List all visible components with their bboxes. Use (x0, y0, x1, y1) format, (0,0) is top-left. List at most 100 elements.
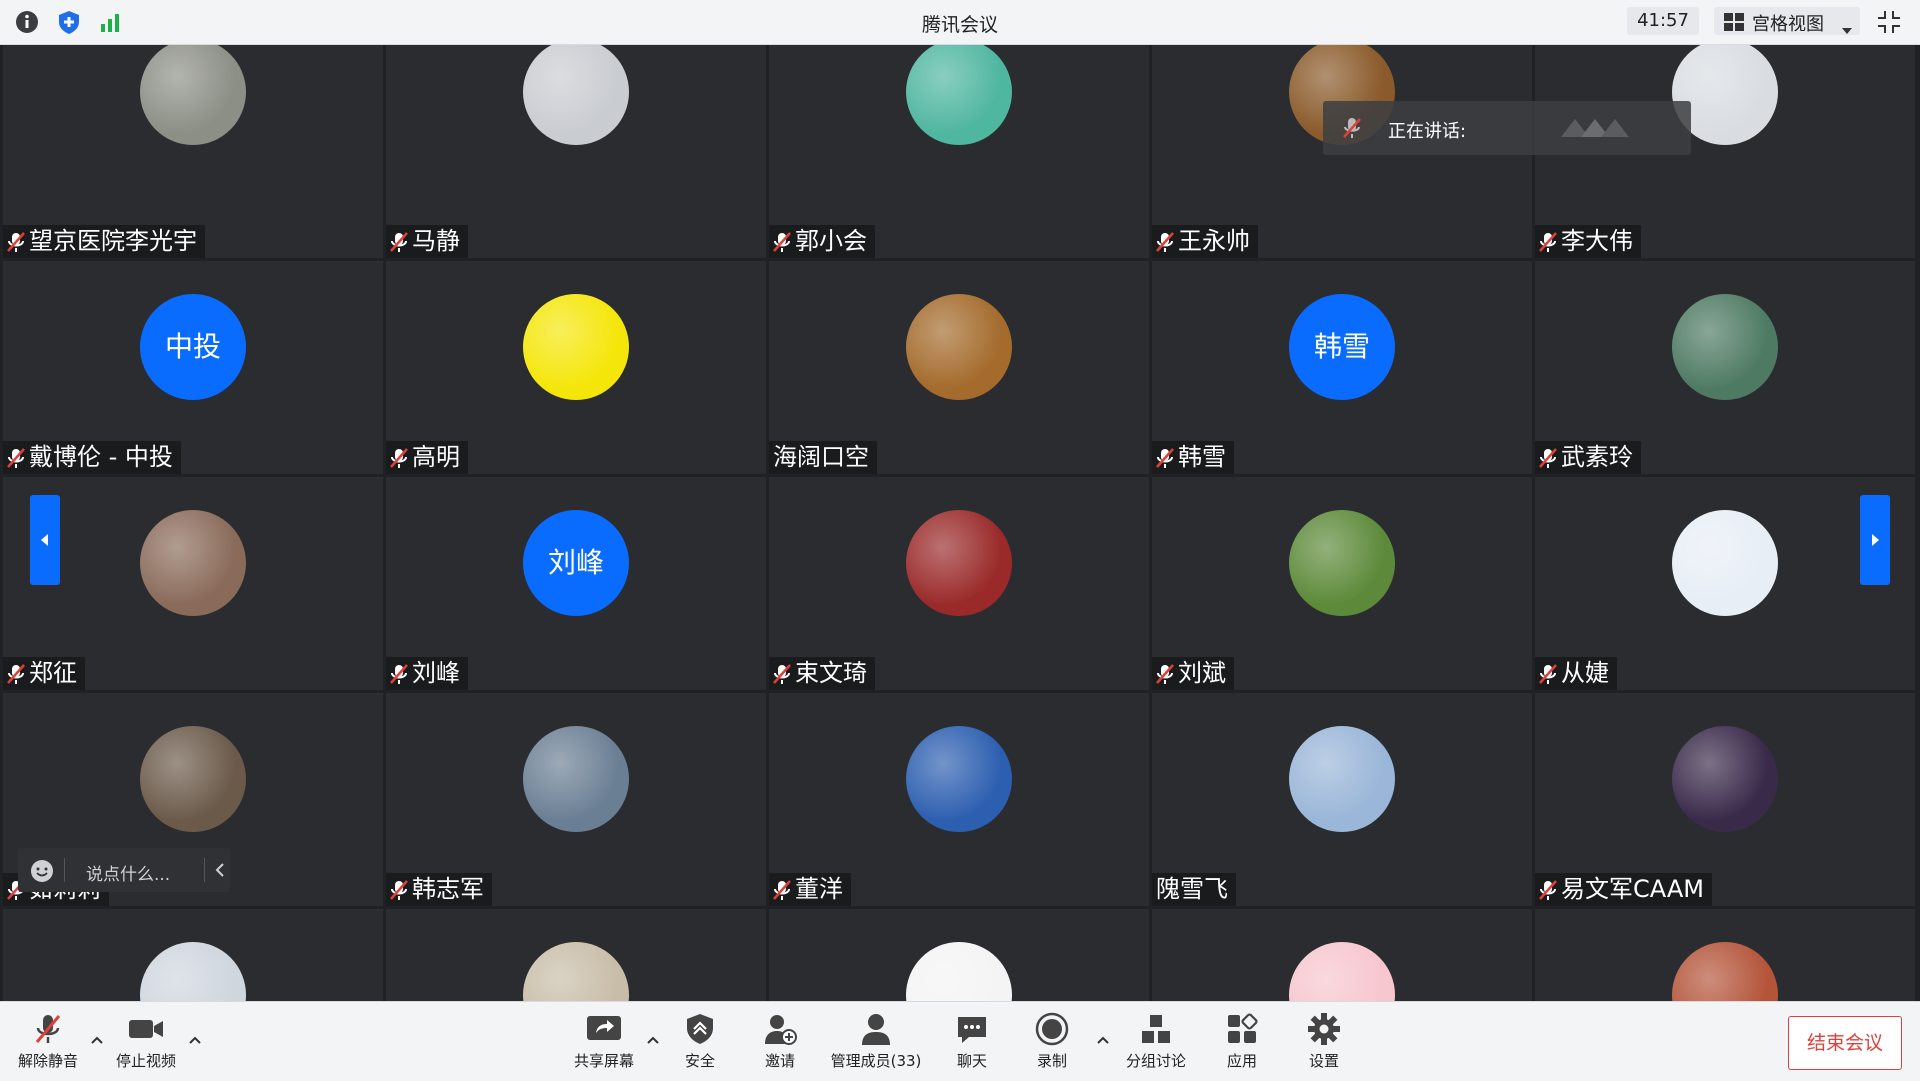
participant-tile[interactable] (3, 909, 383, 1001)
participant-tile[interactable]: 郑征 (3, 477, 383, 690)
participant-name: 高明 (412, 443, 460, 471)
settings-button[interactable]: 设置 (1294, 1002, 1354, 1081)
participant-tile[interactable]: 从婕 (1535, 477, 1915, 690)
participant-name-tag: 董洋 (769, 873, 851, 906)
participant-name-tag: 戴博伦 - 中投 (3, 441, 181, 474)
security-button[interactable]: 安全 (670, 1002, 730, 1081)
collapse-chevron-icon[interactable] (214, 862, 226, 883)
participant-name: 李大伟 (1561, 227, 1633, 255)
chat-placeholder: 说点什么... (86, 865, 171, 885)
muted-mic-icon (7, 447, 25, 468)
record-icon (1035, 1012, 1069, 1046)
muted-mic-icon (390, 447, 408, 468)
prev-page-button[interactable] (30, 495, 60, 585)
chevron-up-icon[interactable] (188, 1030, 202, 1049)
participant-tile[interactable] (1535, 909, 1915, 1001)
stop-video-label: 停止视频 (115, 1052, 176, 1070)
chat-input[interactable]: 说点什么... (18, 848, 230, 892)
unmute-button[interactable]: 解除静音 (10, 1002, 86, 1081)
muted-mic-icon (390, 663, 408, 684)
participant-avatar (140, 510, 246, 616)
participant-tile[interactable]: 武素玲 (1535, 261, 1915, 474)
participant-tile[interactable]: 海阔口空 (769, 261, 1149, 474)
participant-tile[interactable]: 刘峰 刘峰 (386, 477, 766, 690)
participant-name-tag: 刘峰 (386, 657, 468, 690)
chevron-up-icon[interactable] (646, 1030, 660, 1049)
video-grid: 望京医院李光宇 马静 郭小会 王永帅 李大伟 中投 戴博伦 - 中投 高明 海阔口空 韩雪 韩雪 武素… (0, 45, 1920, 1001)
video-camera-icon (129, 1020, 163, 1038)
participant-name: 郑征 (29, 659, 77, 687)
chevron-up-icon[interactable] (90, 1030, 104, 1049)
participant-name: 易文军CAAM (1561, 875, 1704, 903)
invite-button[interactable]: 邀请 (750, 1002, 810, 1081)
title-bar: 腾讯会议 41:57 宫格视图 (0, 0, 1920, 45)
participant-tile[interactable]: 隗雪飞 (1152, 693, 1532, 906)
participant-name: 戴博伦 - 中投 (29, 443, 173, 471)
participant-tile[interactable]: 马静 (386, 45, 766, 258)
participant-tile[interactable]: 郭小会 (769, 45, 1149, 258)
participant-avatar (1289, 726, 1395, 832)
next-page-button[interactable] (1860, 495, 1890, 585)
muted-mic-icon (1539, 879, 1557, 900)
participant-name-tag: 李大伟 (1535, 225, 1641, 258)
muted-mic-icon (773, 231, 791, 252)
breakout-rooms-icon (1142, 1015, 1170, 1043)
participant-name-tag: 高明 (386, 441, 468, 474)
breakout-button[interactable]: 分组讨论 (1116, 1002, 1196, 1081)
chevron-left-icon (41, 534, 48, 546)
participant-tile[interactable] (386, 909, 766, 1001)
divider (204, 858, 205, 882)
participant-tile[interactable]: 望京医院李光宇 (3, 45, 383, 258)
manage-members-button[interactable]: 管理成员(33) (820, 1002, 932, 1081)
participant-tile[interactable]: 中投戴博伦 - 中投 (3, 261, 383, 474)
fullscreen-icon[interactable] (1876, 9, 1902, 39)
emoji-icon[interactable] (30, 859, 54, 888)
muted-mic-icon (390, 231, 408, 252)
participant-initials-avatar: 韩雪 (1289, 294, 1395, 400)
chevron-right-icon (1872, 534, 1879, 546)
meeting-timer: 41:57 (1627, 7, 1699, 35)
stop-video-button[interactable]: 停止视频 (108, 1002, 184, 1081)
share-screen-button[interactable]: 共享屏幕 (564, 1002, 644, 1081)
chevron-up-icon[interactable] (1096, 1030, 1110, 1049)
participant-tile[interactable]: 韩雪 韩雪 (1152, 261, 1532, 474)
participant-tile[interactable] (769, 909, 1149, 1001)
breakout-label: 分组讨论 (1125, 1052, 1186, 1070)
apps-button[interactable]: 应用 (1212, 1002, 1272, 1081)
participant-name: 海阔口空 (773, 443, 869, 471)
participant-name: 束文琦 (795, 659, 867, 687)
participant-avatar (1672, 942, 1778, 1001)
caret-down-icon (1842, 18, 1852, 39)
record-button[interactable]: 录制 (1022, 1002, 1082, 1081)
participant-tile[interactable]: 韩志军 (386, 693, 766, 906)
participant-tile[interactable]: 易文军CAAM (1535, 693, 1915, 906)
participant-tile[interactable]: 高明 (386, 261, 766, 474)
chat-button[interactable]: 聊天 (942, 1002, 1002, 1081)
participant-avatar (1672, 510, 1778, 616)
muted-mic-icon (35, 1015, 61, 1043)
participant-name: 隗雪飞 (1156, 875, 1228, 903)
talking-indicator: 正在讲话: (1323, 101, 1691, 155)
participant-tile[interactable] (1152, 909, 1532, 1001)
bottom-toolbar: 解除静音 停止视频 共享屏幕 安全 邀请 管理成员(33) 聊天 录制 分组讨论… (0, 1001, 1920, 1081)
grid-view-icon (1724, 13, 1744, 36)
participant-name-tag: 隗雪飞 (1152, 873, 1236, 906)
invite-label: 邀请 (764, 1052, 795, 1070)
participant-name-tag: 束文琦 (769, 657, 875, 690)
participant-avatar (906, 942, 1012, 1001)
participant-tile[interactable]: 董洋 (769, 693, 1149, 906)
participant-avatar (906, 45, 1012, 145)
record-label: 录制 (1036, 1052, 1067, 1070)
muted-mic-icon (1539, 231, 1557, 252)
participant-tile[interactable]: 束文琦 (769, 477, 1149, 690)
participant-initials-avatar: 中投 (140, 294, 246, 400)
muted-mic-icon (7, 663, 25, 684)
participant-name-tag: 韩雪 (1152, 441, 1234, 474)
view-mode-dropdown[interactable]: 宫格视图 (1714, 7, 1860, 35)
participant-name-tag: 韩志军 (386, 873, 492, 906)
participant-name-tag: 从婕 (1535, 657, 1617, 690)
end-meeting-button[interactable]: 结束会议 (1788, 1016, 1902, 1070)
share-screen-icon (587, 1016, 621, 1040)
participant-name-tag: 海阔口空 (769, 441, 877, 474)
participant-tile[interactable]: 刘斌 (1152, 477, 1532, 690)
